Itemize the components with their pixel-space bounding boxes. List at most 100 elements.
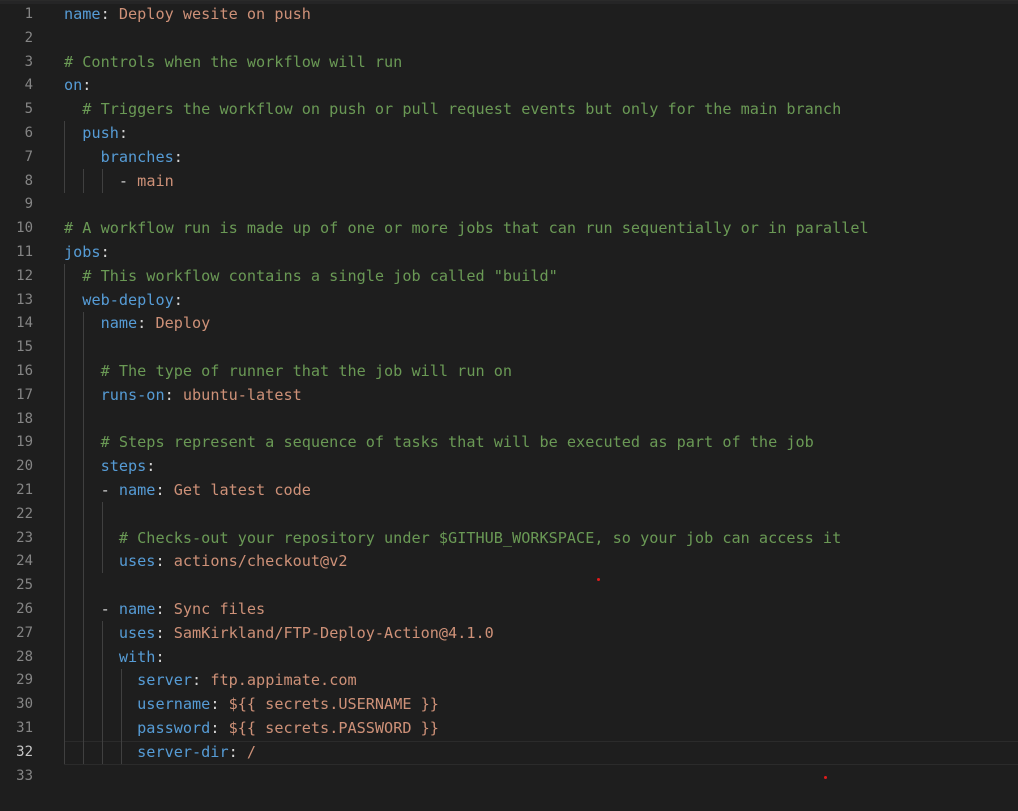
line-number: 20 bbox=[16, 458, 33, 475]
line-number: 32 bbox=[16, 743, 33, 760]
code-line[interactable]: 31 password: ${{ secrets.PASSWORD }} bbox=[0, 717, 1018, 741]
line-content[interactable]: # This workflow contains a single job ca… bbox=[64, 265, 557, 289]
code-line[interactable]: 3 # Controls when the workflow will run bbox=[0, 51, 1018, 75]
indent-guide bbox=[102, 169, 103, 193]
code-line[interactable]: 22 bbox=[0, 503, 1018, 527]
yaml-key: password bbox=[137, 718, 211, 737]
code-line[interactable]: 30 username: ${{ secrets.USERNAME }} bbox=[0, 693, 1018, 717]
yaml-value: Deploy wesite on push bbox=[118, 5, 311, 23]
yaml-punctuation: : bbox=[155, 647, 165, 666]
yaml-comment: # Steps represent a sequence of tasks th… bbox=[100, 433, 814, 452]
yaml-key: name bbox=[118, 480, 156, 499]
code-line[interactable]: 10 # A workflow run is made up of one or … bbox=[0, 217, 1018, 241]
yaml-punctuation: : bbox=[137, 314, 156, 333]
line-number: 30 bbox=[16, 696, 33, 713]
code-line[interactable]: 8 - main bbox=[0, 170, 1018, 194]
yaml-key: web-deploy bbox=[82, 290, 174, 309]
yaml-punctuation: : bbox=[82, 76, 92, 95]
yaml-value: Deploy bbox=[155, 314, 211, 333]
yaml-punctuation: : bbox=[155, 599, 174, 618]
line-number: 1 bbox=[24, 6, 33, 22]
yaml-comment: # Controls when the workflow will run bbox=[64, 52, 403, 71]
code-line[interactable]: 11 jobs: bbox=[0, 241, 1018, 265]
code-line[interactable]: 6 push: bbox=[0, 122, 1018, 146]
yaml-key: name bbox=[118, 599, 156, 618]
code-line[interactable]: 13 web-deploy: bbox=[0, 289, 1018, 313]
line-content[interactable]: - name: Sync files bbox=[64, 598, 266, 622]
line-content[interactable]: jobs: bbox=[64, 241, 110, 265]
yaml-comment: # The type of runner that the job will r… bbox=[100, 361, 513, 380]
line-content[interactable]: push: bbox=[64, 122, 128, 146]
code-line[interactable]: 20 steps: bbox=[0, 455, 1018, 479]
yaml-key: username bbox=[137, 695, 211, 714]
line-content[interactable]: steps: bbox=[64, 455, 156, 479]
line-content[interactable]: server-dir: / bbox=[64, 741, 256, 765]
yaml-punctuation: : bbox=[100, 5, 119, 23]
editor-lines[interactable]: 1 name: Deploy wesite on push 2 3 # Controls… bbox=[0, 3, 1018, 788]
line-number: 27 bbox=[16, 624, 33, 641]
line-content[interactable]: - name: Get latest code bbox=[64, 479, 311, 503]
line-content[interactable]: # The type of runner that the job will r… bbox=[64, 360, 512, 384]
line-number: 33 bbox=[16, 767, 33, 784]
code-line[interactable]: 25 bbox=[0, 574, 1018, 598]
code-line[interactable]: 18 bbox=[0, 408, 1018, 432]
code-line[interactable]: 2 bbox=[0, 27, 1018, 51]
yaml-punctuation: : bbox=[100, 242, 110, 261]
line-content[interactable]: uses: actions/checkout@v2 bbox=[64, 550, 348, 574]
line-content[interactable]: # A workflow run is made up of one or mo… bbox=[64, 217, 869, 241]
yaml-punctuation: : bbox=[155, 480, 174, 499]
code-line[interactable]: 5 # Triggers the workflow on push or pul… bbox=[0, 98, 1018, 122]
line-content[interactable]: name: Deploy wesite on push bbox=[64, 3, 311, 27]
line-number: 29 bbox=[16, 672, 33, 689]
line-content[interactable]: branches: bbox=[64, 146, 183, 170]
code-line[interactable]: 26 - name: Sync files bbox=[0, 598, 1018, 622]
line-number: 15 bbox=[16, 339, 33, 356]
line-content[interactable]: # Steps represent a sequence of tasks th… bbox=[64, 431, 814, 455]
line-content[interactable]: runs-on: ubuntu-latest bbox=[64, 384, 302, 408]
line-content[interactable]: # Controls when the workflow will run bbox=[64, 51, 402, 75]
code-line[interactable]: 19 # Steps represent a sequence of tasks… bbox=[0, 431, 1018, 455]
line-content[interactable]: - main bbox=[64, 170, 174, 194]
code-line[interactable]: 23 # Checks-out your repository under $G… bbox=[0, 527, 1018, 551]
yaml-value: ${{ secrets.USERNAME }} bbox=[228, 695, 439, 714]
code-line[interactable]: 15 bbox=[0, 336, 1018, 360]
yaml-punctuation: : bbox=[192, 671, 211, 690]
code-line[interactable]: 4 on: bbox=[0, 74, 1018, 98]
line-number: 2 bbox=[24, 29, 33, 46]
code-line[interactable]: 24 uses: actions/checkout@v2 bbox=[0, 550, 1018, 574]
code-line[interactable]: 21 - name: Get latest code bbox=[0, 479, 1018, 503]
line-content[interactable]: name: Deploy bbox=[64, 312, 211, 336]
code-line[interactable]: 12 # This workflow contains a single job… bbox=[0, 265, 1018, 289]
code-editor[interactable]: 1 name: Deploy wesite on push 2 3 # Controls… bbox=[0, 0, 1018, 811]
line-content[interactable]: server: ftp.appimate.com bbox=[64, 669, 356, 693]
code-line[interactable]: 17 runs-on: ubuntu-latest bbox=[0, 384, 1018, 408]
line-content[interactable]: on: bbox=[64, 74, 91, 98]
code-line[interactable]: 28 with: bbox=[0, 646, 1018, 670]
code-line[interactable]: 16 # The type of runner that the job wil… bbox=[0, 360, 1018, 384]
line-content[interactable]: with: bbox=[64, 646, 165, 670]
yaml-value: actions/checkout@v2 bbox=[173, 552, 348, 571]
yaml-punctuation: : bbox=[210, 695, 229, 714]
line-content[interactable]: web-deploy: bbox=[64, 289, 183, 313]
code-line[interactable]: 14 name: Deploy bbox=[0, 312, 1018, 336]
code-line[interactable]: 27 uses: SamKirkland/FTP-Deploy-Action@4… bbox=[0, 622, 1018, 646]
line-number: 9 bbox=[24, 196, 33, 213]
code-line[interactable]: 33 bbox=[0, 765, 1018, 789]
line-content[interactable]: # Triggers the workflow on push or pull … bbox=[64, 98, 841, 122]
code-line[interactable]: 9 bbox=[0, 193, 1018, 217]
code-line[interactable]: 1 name: Deploy wesite on push bbox=[0, 3, 1018, 27]
yaml-punctuation: : bbox=[173, 147, 183, 166]
code-line[interactable]: 29 server: ftp.appimate.com bbox=[0, 669, 1018, 693]
code-line[interactable]: 7 branches: bbox=[0, 146, 1018, 170]
line-content[interactable]: # Checks-out your repository under $GITH… bbox=[64, 527, 841, 551]
yaml-value: / bbox=[246, 742, 257, 761]
line-number: 10 bbox=[16, 220, 33, 237]
code-line[interactable]: 32 server-dir: / bbox=[0, 740, 1018, 765]
line-content[interactable]: uses: SamKirkland/FTP-Deploy-Action@4.1.… bbox=[64, 622, 494, 646]
red-marker-dot bbox=[824, 776, 827, 779]
